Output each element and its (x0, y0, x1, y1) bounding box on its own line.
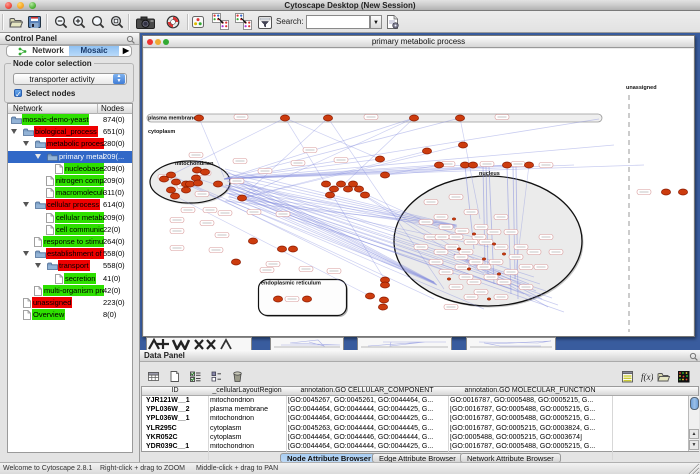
svg-text:endoplasmic reticulum: endoplasmic reticulum (261, 281, 321, 287)
svg-text:cytoplasm: cytoplasm (148, 129, 175, 135)
svg-text:mitochondrion: mitochondrion (175, 161, 214, 167)
svg-text:plasma membrane: plasma membrane (148, 116, 196, 122)
svg-text:unassigned: unassigned (626, 85, 657, 91)
svg-text:f(x): f(x) (641, 372, 653, 382)
svg-text:nucleus: nucleus (479, 171, 500, 177)
